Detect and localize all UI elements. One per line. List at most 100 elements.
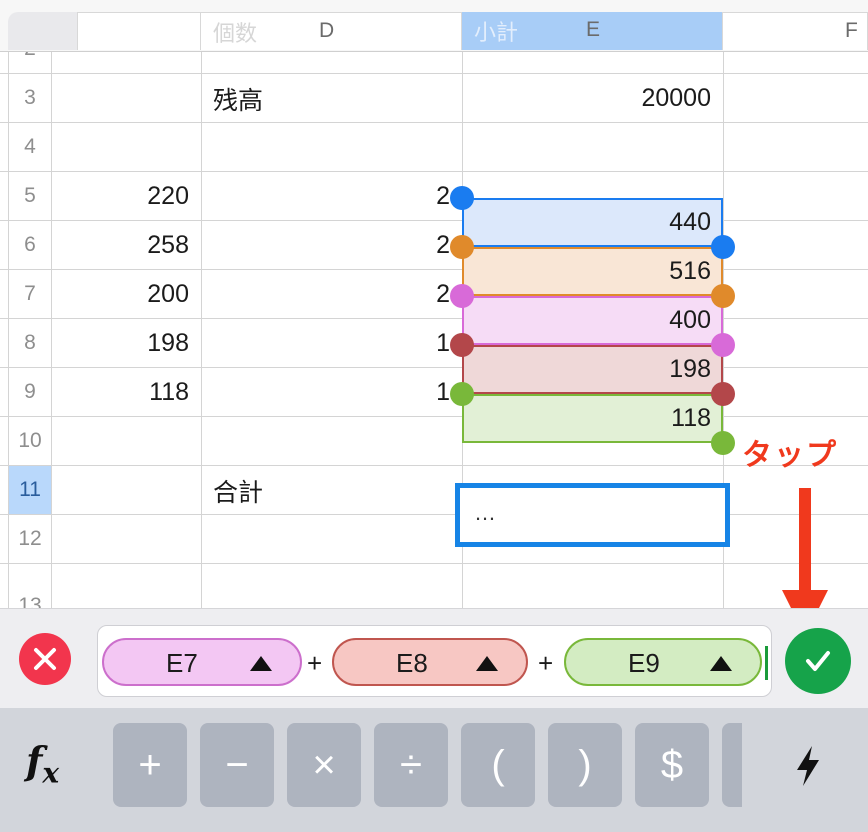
reference-range-e7[interactable]: 400 — [462, 296, 723, 345]
formula-editor[interactable]: E7 + E8 + E9 — [97, 625, 772, 697]
row-number[interactable]: 9 — [8, 368, 52, 416]
range-handle[interactable] — [450, 333, 474, 357]
key-minus[interactable]: − — [200, 723, 274, 807]
annotation-arrow — [799, 488, 811, 598]
key-multiply[interactable]: × — [287, 723, 361, 807]
range-handle[interactable] — [450, 382, 474, 406]
table-row: 10 — [0, 417, 868, 466]
quick-calc-button[interactable] — [793, 744, 823, 793]
formula-token-e9[interactable]: E9 — [564, 638, 762, 686]
range-handle[interactable] — [711, 284, 735, 308]
cell-c5[interactable]: 220 — [52, 172, 201, 221]
cell-d6[interactable]: 2 — [201, 221, 462, 270]
cell-e3[interactable]: 20000 — [462, 74, 723, 123]
fx-label: f — [26, 738, 43, 783]
column-e-letter: E — [586, 18, 601, 41]
row-number[interactable]: 8 — [8, 319, 52, 367]
token-label: E9 — [628, 648, 660, 678]
lightning-icon — [797, 746, 819, 786]
range-handle[interactable] — [711, 333, 735, 357]
column-header-bar: 個数 D 小計 E F — [0, 0, 868, 52]
active-cell-e11[interactable]: … — [455, 483, 730, 547]
table-row: 9 118 1 — [0, 368, 868, 417]
triangle-up-icon — [250, 656, 272, 671]
row-number[interactable]: 7 — [8, 270, 52, 318]
close-icon — [34, 648, 56, 670]
cell-d9[interactable]: 1 — [201, 368, 462, 417]
cancel-button[interactable] — [19, 633, 71, 685]
column-f-letter: F — [845, 19, 858, 42]
table-row: 11 合計 — [0, 466, 868, 515]
table-row: 6 258 2 — [0, 221, 868, 270]
operator-plus: + — [307, 648, 323, 678]
key-divide[interactable]: ÷ — [374, 723, 448, 807]
column-header-c[interactable] — [78, 12, 201, 50]
tap-annotation: タップ — [742, 439, 838, 472]
range-handle[interactable] — [711, 235, 735, 259]
cell-d11[interactable]: 合計 — [201, 466, 462, 515]
confirm-button[interactable] — [785, 628, 851, 694]
token-label: E8 — [396, 648, 428, 678]
triangle-up-icon — [710, 656, 732, 671]
formula-keyboard: fx + − × ÷ ( ) $ — [0, 708, 868, 832]
operator-plus: + — [538, 648, 554, 678]
triangle-up-icon — [476, 656, 498, 671]
range-handle[interactable] — [450, 284, 474, 308]
select-all-corner[interactable] — [8, 12, 78, 50]
formula-bar: E7 + E8 + E9 — [0, 608, 868, 708]
reference-range-e9[interactable]: 118 — [462, 394, 723, 443]
column-header-d[interactable]: 個数 D — [201, 12, 462, 50]
table-row: 7 200 2 — [0, 270, 868, 319]
key-dollar[interactable]: $ — [635, 723, 709, 807]
range-handle[interactable] — [711, 431, 735, 455]
formula-token-e8[interactable]: E8 — [332, 638, 528, 686]
row-number[interactable]: 6 — [8, 221, 52, 269]
table-row: 12 — [0, 515, 868, 564]
row-number[interactable]: 2 — [8, 52, 52, 73]
row-number[interactable]: 12 — [8, 515, 52, 563]
table-row: 13 — [0, 564, 868, 608]
checkmark-icon — [806, 651, 830, 671]
cell-d7[interactable]: 2 — [201, 270, 462, 319]
active-cell-value: … — [474, 500, 496, 525]
row-number[interactable]: 13 — [8, 564, 52, 608]
cell-d5[interactable]: 2 — [201, 172, 462, 221]
spreadsheet-grid: 2 3 残高 20000 4 5 220 2 6 258 2 7 200 2 8… — [0, 52, 868, 608]
key-open-paren[interactable]: ( — [461, 723, 535, 807]
cell-d8[interactable]: 1 — [201, 319, 462, 368]
row-number[interactable]: 4 — [8, 123, 52, 171]
row-number[interactable]: 3 — [8, 74, 52, 122]
column-d-letter: D — [319, 19, 335, 42]
cell-c8[interactable]: 198 — [52, 319, 201, 368]
table-row: 3 残高 20000 — [0, 74, 868, 123]
reference-range-e5[interactable]: 440 — [462, 198, 723, 247]
table-row: 8 198 1 — [0, 319, 868, 368]
reference-range-e8[interactable]: 198 — [462, 345, 723, 394]
column-d-hint: 個数 — [213, 21, 258, 46]
range-handle[interactable] — [711, 382, 735, 406]
cell-c7[interactable]: 200 — [52, 270, 201, 319]
cell-c6[interactable]: 258 — [52, 221, 201, 270]
table-row: 2 — [0, 52, 868, 74]
function-key[interactable]: fx — [26, 738, 59, 790]
range-handle[interactable] — [450, 186, 474, 210]
key-close-paren[interactable]: ) — [548, 723, 622, 807]
row-number-active[interactable]: 11 — [8, 466, 52, 514]
key-plus[interactable]: + — [113, 723, 187, 807]
column-header-f[interactable]: F — [723, 12, 868, 50]
table-row: 4 — [0, 123, 868, 172]
table-row: 5 220 2 — [0, 172, 868, 221]
text-caret — [765, 646, 768, 680]
row-number[interactable]: 10 — [8, 417, 52, 465]
row-number[interactable]: 5 — [8, 172, 52, 220]
token-label: E7 — [166, 648, 198, 678]
cell-c9[interactable]: 118 — [52, 368, 201, 417]
key-partial[interactable] — [722, 723, 742, 807]
range-handle[interactable] — [450, 235, 474, 259]
column-e-hint: 小計 — [474, 20, 519, 45]
formula-token-e7[interactable]: E7 — [102, 638, 302, 686]
column-header-e[interactable]: 小計 E — [462, 12, 723, 50]
cell-d3[interactable]: 残高 — [201, 74, 462, 123]
fx-sub: x — [42, 756, 60, 790]
reference-range-e6[interactable]: 516 — [462, 247, 723, 296]
